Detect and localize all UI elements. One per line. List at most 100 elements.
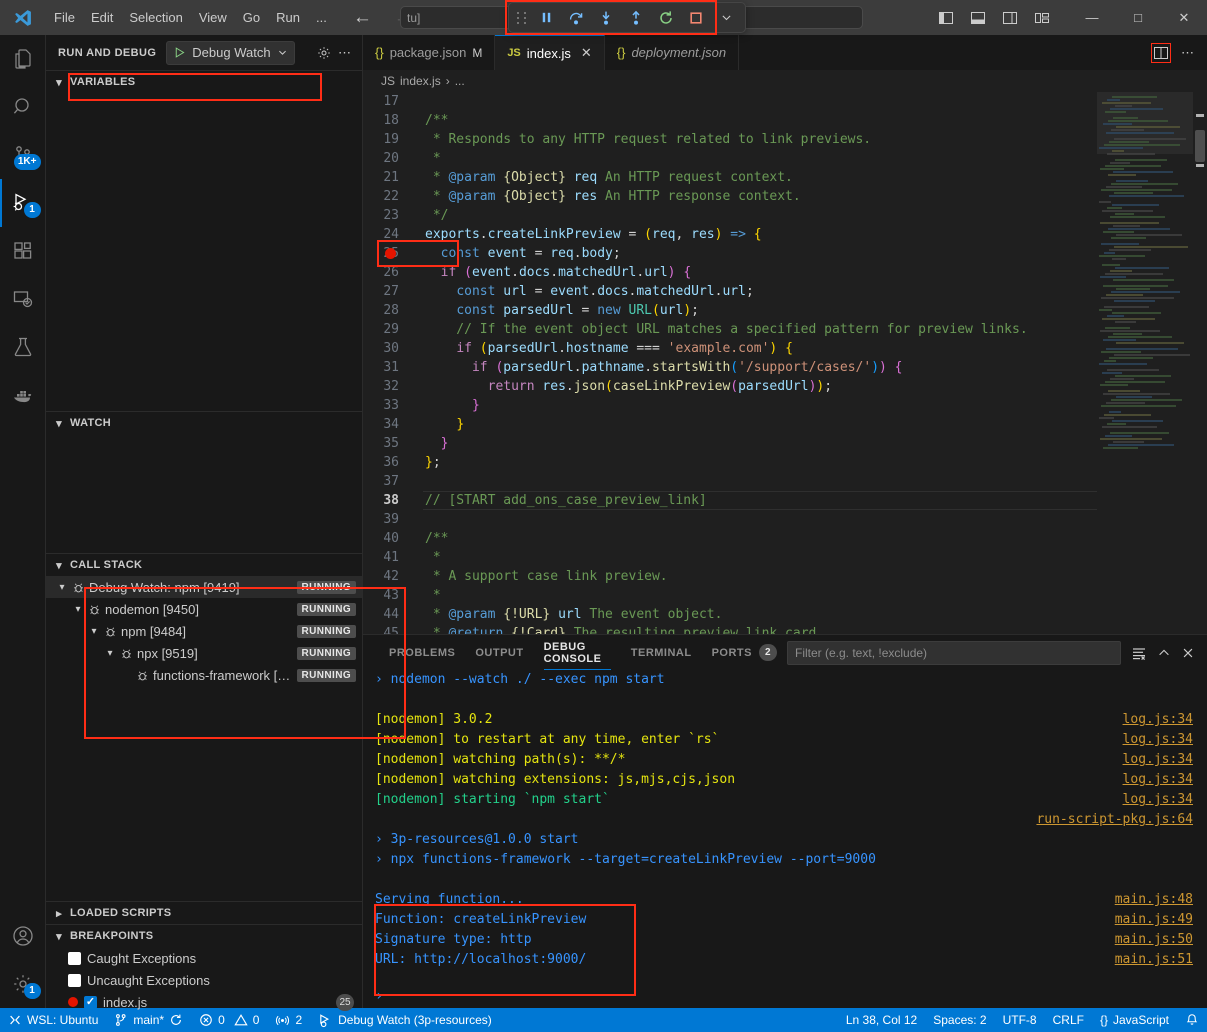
variables-header[interactable]: ▾ VARIABLES [46, 71, 362, 93]
code-line[interactable]: 23 */ [363, 206, 1097, 225]
line-number[interactable]: 20 [363, 149, 421, 168]
go-back-icon[interactable]: ← [353, 8, 372, 27]
watch-header[interactable]: ▾ WATCH [46, 412, 362, 434]
code-line[interactable]: 36}; [363, 453, 1097, 472]
console-filter-input[interactable]: Filter (e.g. text, !exclude) [787, 641, 1121, 665]
line-number[interactable]: 26 [363, 263, 421, 282]
status-encoding[interactable]: UTF-8 [995, 1008, 1045, 1032]
code-line[interactable]: 45 * @return {!Card} The resulting previ… [363, 624, 1097, 634]
chevron-down-icon[interactable]: ▾ [54, 582, 70, 593]
line-number[interactable]: 29 [363, 320, 421, 339]
code-line[interactable]: 21 * @param {Object} req An HTTP request… [363, 168, 1097, 187]
code-line[interactable]: 41 * [363, 548, 1097, 567]
tab-package-json[interactable]: {} package.json M [363, 35, 495, 70]
menu-run[interactable]: Run [268, 0, 308, 35]
line-number[interactable]: 21 [363, 168, 421, 187]
tab-debug-console[interactable]: DEBUG CONSOLE [534, 635, 621, 670]
code-line[interactable]: 31 if (parsedUrl.pathname.startsWith('/s… [363, 358, 1097, 377]
clear-console-icon[interactable] [1131, 645, 1147, 661]
activity-item-run-and-debug[interactable]: 1 [0, 179, 46, 227]
status-language-mode[interactable]: {} JavaScript [1092, 1008, 1177, 1032]
line-number[interactable]: 22 [363, 187, 421, 206]
activity-item-accounts[interactable] [0, 912, 46, 960]
breadcrumb-file[interactable]: index.js [400, 74, 441, 88]
menu-file[interactable]: File [46, 0, 83, 35]
activity-item-explorer[interactable] [0, 35, 46, 83]
code-line[interactable]: 30 if (parsedUrl.hostname === 'example.c… [363, 339, 1097, 358]
breakpoint-gutter-dot[interactable] [385, 248, 396, 259]
status-cursor-position[interactable]: Ln 38, Col 12 [838, 1008, 925, 1032]
code-line[interactable]: 25 const event = req.body; [363, 244, 1097, 263]
checkbox[interactable] [68, 974, 81, 987]
code-line[interactable]: 33 } [363, 396, 1097, 415]
line-number[interactable]: 24 [363, 225, 421, 244]
tab-index-js[interactable]: JS index.js ✕ [495, 35, 604, 70]
line-number[interactable]: 45 [363, 624, 421, 634]
line-number[interactable]: 31 [363, 358, 421, 377]
minimize-button[interactable]: — [1069, 0, 1115, 35]
console-source-link[interactable]: log.js:34 [1123, 710, 1207, 730]
line-number[interactable]: 41 [363, 548, 421, 567]
status-indentation[interactable]: Spaces: 2 [925, 1008, 994, 1032]
code-line[interactable]: 39 [363, 510, 1097, 529]
code-line[interactable]: 40/** [363, 529, 1097, 548]
line-number[interactable]: 33 [363, 396, 421, 415]
code-line[interactable]: 22 * @param {Object} res An HTTP respons… [363, 187, 1097, 206]
launch-config-selector[interactable]: Debug Watch [166, 41, 294, 65]
step-into-button[interactable] [592, 5, 620, 30]
toggle-primary-sidebar-icon[interactable] [933, 5, 959, 31]
console-source-link[interactable]: log.js:34 [1123, 730, 1207, 750]
console-source-link[interactable]: log.js:34 [1123, 770, 1207, 790]
tab-terminal[interactable]: TERMINAL [621, 635, 702, 670]
status-eol[interactable]: CRLF [1045, 1008, 1092, 1032]
checkbox[interactable] [68, 952, 81, 965]
console-source-link[interactable]: main.js:48 [1115, 890, 1207, 910]
menu-selection[interactable]: Selection [121, 0, 190, 35]
code-line[interactable]: 24exports.createLinkPreview = (req, res)… [363, 225, 1097, 244]
gear-icon[interactable] [316, 45, 332, 61]
line-number[interactable]: 23 [363, 206, 421, 225]
call-stack-row[interactable]: ▾ npm [9484] RUNNING [46, 620, 362, 642]
line-number[interactable]: 32 [363, 377, 421, 396]
menu-more[interactable]: ... [308, 0, 335, 35]
line-number[interactable]: 35 [363, 434, 421, 453]
line-number[interactable]: 42 [363, 567, 421, 586]
close-panel-icon[interactable] [1181, 646, 1195, 660]
activity-item-extensions[interactable] [0, 227, 46, 275]
code-line[interactable]: 38// [START add_ons_case_preview_link] [363, 491, 1097, 510]
console-source-link[interactable]: main.js:51 [1115, 950, 1207, 970]
line-number[interactable]: 39 [363, 510, 421, 529]
loaded-scripts-header[interactable]: ▸ LOADED SCRIPTS [46, 902, 362, 924]
console-source-link[interactable]: log.js:34 [1123, 790, 1207, 810]
tab-problems[interactable]: PROBLEMS [379, 635, 465, 670]
call-stack-row[interactable]: ▾ npx [9519] RUNNING [46, 642, 362, 664]
close-icon[interactable]: ✕ [581, 45, 592, 61]
breadcrumb-rest[interactable]: ... [455, 74, 465, 88]
tab-output[interactable]: OUTPUT [465, 635, 533, 670]
breakpoints-header[interactable]: ▾ BREAKPOINTS [46, 925, 362, 947]
line-number[interactable]: 28 [363, 301, 421, 320]
menu-view[interactable]: View [191, 0, 235, 35]
editor-scrollbar[interactable] [1193, 92, 1207, 634]
step-out-button[interactable] [622, 5, 650, 30]
breakpoint-row-uncaught-exceptions[interactable]: Uncaught Exceptions [46, 969, 362, 991]
code-line[interactable]: 19 * Responds to any HTTP request relate… [363, 130, 1097, 149]
code-line[interactable]: 27 const url = event.docs.matchedUrl.url… [363, 282, 1097, 301]
line-number[interactable]: 38 [363, 491, 421, 510]
console-source-link[interactable]: main.js:49 [1115, 910, 1207, 930]
menu-go[interactable]: Go [235, 0, 268, 35]
chevron-down-icon[interactable]: ▾ [86, 626, 102, 637]
activity-item-testing[interactable] [0, 323, 46, 371]
line-number[interactable]: 43 [363, 586, 421, 605]
chevron-down-icon[interactable]: ▾ [70, 604, 86, 615]
split-editor-icon[interactable] [1151, 43, 1171, 63]
call-stack-row[interactable]: functions-framework [954... RUNNING [46, 664, 362, 686]
customize-layout-icon[interactable] [1029, 5, 1055, 31]
code-line[interactable]: 28 const parsedUrl = new URL(url); [363, 301, 1097, 320]
toggle-secondary-sidebar-icon[interactable] [997, 5, 1023, 31]
breakpoint-row-index-js[interactable]: index.js 25 [46, 991, 362, 1013]
line-number[interactable]: 17 [363, 92, 421, 111]
line-number[interactable]: 37 [363, 472, 421, 491]
code-line[interactable]: 35 } [363, 434, 1097, 453]
sidebar-more-actions-icon[interactable]: ⋯ [338, 45, 352, 61]
